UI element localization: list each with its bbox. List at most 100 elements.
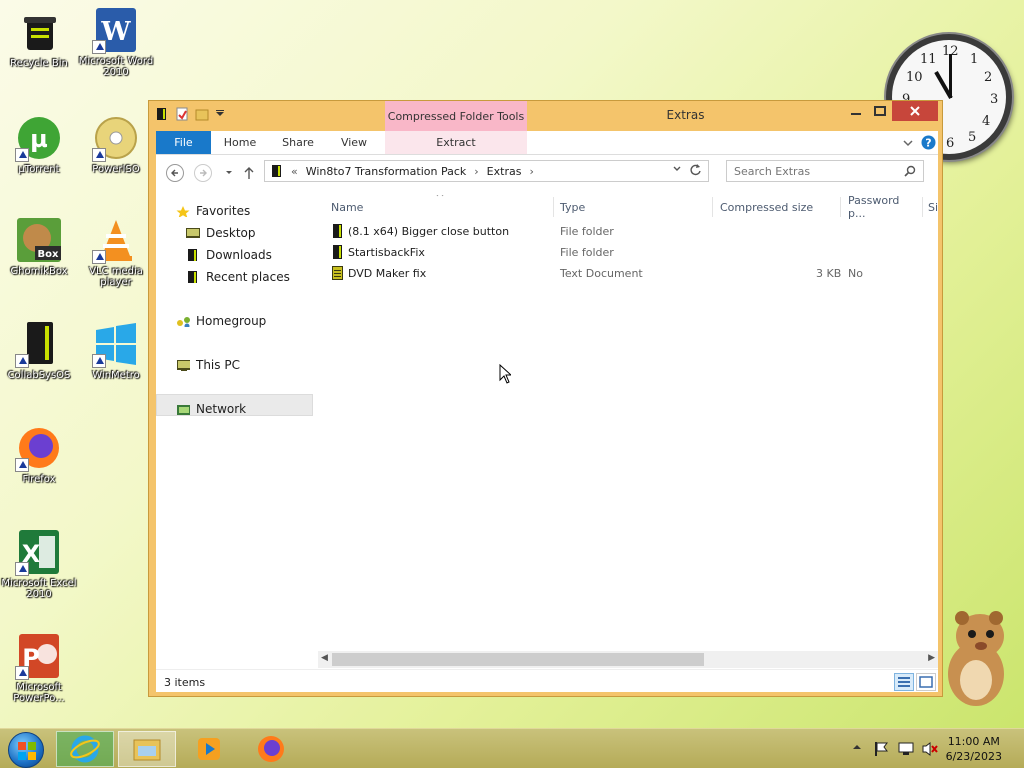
column-divider[interactable] (922, 197, 923, 217)
nav-this-pc[interactable]: This PC (176, 358, 240, 372)
action-center-button[interactable] (874, 741, 888, 760)
breadcrumb-segment[interactable]: Extras (487, 165, 522, 178)
column-header-size[interactable]: Siz (928, 195, 938, 219)
nav-favorites[interactable]: Favorites (176, 204, 250, 218)
volume-button[interactable] (922, 741, 938, 760)
close-icon (910, 106, 920, 116)
taskbar-internet-explorer[interactable] (56, 731, 114, 767)
desktop-icon-poweriso[interactable]: PowerISO (77, 114, 155, 175)
scroll-left-arrow-icon[interactable]: ◀ (321, 653, 328, 663)
clock-time: 11:00 AM (947, 735, 1000, 748)
network-status-button[interactable] (898, 741, 914, 760)
address-overflow-chevron[interactable]: « (291, 165, 298, 178)
file-list: Name Type Compressed size Password p... … (326, 195, 938, 655)
recent-places-icon (188, 271, 197, 283)
desktop-icon-vlc[interactable]: VLC media player (77, 216, 155, 288)
desktop-icon-label: Microsoft Excel 2010 (1, 578, 77, 600)
desktop-icon-collabsysos[interactable]: CollabSysOS (0, 320, 78, 381)
taskbar-firefox[interactable] (242, 731, 300, 767)
nav-label: Homegroup (196, 314, 267, 328)
tab-file[interactable]: File (156, 131, 211, 154)
minimize-button[interactable] (844, 101, 868, 121)
poweriso-icon (92, 114, 140, 162)
taskbar-media-player[interactable] (180, 731, 238, 767)
up-button[interactable] (240, 164, 258, 182)
utorrent-icon: µ (15, 114, 63, 162)
file-row[interactable]: DVD Maker fix Text Document 3 KB No (326, 263, 938, 284)
nav-network[interactable]: Network (176, 402, 246, 416)
column-divider[interactable] (712, 197, 713, 217)
desktop-icon-ghomikbox[interactable]: Box GhomikBox (0, 216, 78, 277)
tab-view[interactable]: View (332, 131, 376, 154)
folder-icon (333, 224, 342, 238)
search-box[interactable] (726, 160, 924, 182)
back-button[interactable] (166, 164, 184, 182)
close-button[interactable] (892, 101, 938, 121)
tab-extract[interactable]: Extract (385, 131, 527, 154)
show-hidden-icons-button[interactable] (852, 741, 862, 755)
file-row[interactable]: (8.1 x64) Bigger close button File folde… (326, 221, 938, 242)
address-bar[interactable]: « Win8to7 Transformation Pack › Extras › (264, 160, 709, 182)
taskbar-file-explorer[interactable] (118, 731, 176, 767)
expand-ribbon-button[interactable] (900, 131, 916, 154)
internet-explorer-icon (70, 735, 100, 763)
search-input[interactable] (734, 164, 904, 178)
column-header-compressed-size[interactable]: Compressed size (720, 195, 838, 219)
volume-muted-icon (922, 742, 938, 756)
file-row[interactable]: StartisbackFix File folder (326, 242, 938, 263)
refresh-button[interactable] (689, 163, 702, 179)
nav-downloads[interactable]: Downloads (186, 248, 272, 262)
column-header-name[interactable]: Name (331, 195, 551, 219)
clock-number: 5 (968, 130, 977, 145)
desktop-icon-label: WinMetro (92, 370, 140, 381)
chevron-up-icon (853, 745, 861, 749)
horizontal-scrollbar[interactable]: ◀ ▶ (318, 651, 938, 668)
nav-recent-places[interactable]: Recent places (186, 270, 290, 284)
desktop-icon-excel[interactable]: X Microsoft Excel 2010 (0, 528, 78, 600)
desktop-icon-utorrent[interactable]: µ µTorrent (0, 114, 78, 175)
help-button[interactable]: ? (920, 131, 936, 154)
search-icon[interactable] (904, 165, 916, 177)
file-name: (8.1 x64) Bigger close button (348, 225, 510, 238)
start-button[interactable] (8, 732, 44, 768)
column-header-password-protected[interactable]: Password p... (848, 195, 920, 220)
hamster-mascot-image (940, 604, 1010, 708)
chevron-down-icon (226, 171, 232, 174)
recent-locations-button[interactable] (220, 164, 238, 182)
desktop-icon-label: Recycle Bin (10, 58, 68, 69)
breadcrumb-separator-icon[interactable]: › (474, 165, 478, 178)
network-tray-icon (898, 742, 914, 755)
file-name: StartisbackFix (348, 246, 425, 259)
large-icons-view-icon (919, 676, 933, 688)
shortcut-arrow-icon (15, 562, 29, 576)
column-divider[interactable] (840, 197, 841, 217)
scroll-right-arrow-icon[interactable]: ▶ (928, 653, 935, 663)
svg-text:Box: Box (38, 249, 59, 260)
explorer-window[interactable]: Compressed Folder Tools Extras File Home… (148, 100, 943, 697)
desktop-icon-firefox[interactable]: Firefox (0, 424, 78, 485)
nav-label: Downloads (206, 248, 272, 262)
nav-label: This PC (196, 358, 240, 372)
breadcrumb-separator-icon[interactable]: › (529, 165, 533, 178)
nav-homegroup[interactable]: Homegroup (176, 314, 266, 328)
address-dropdown-button[interactable] (672, 164, 682, 177)
forward-button[interactable] (194, 164, 212, 182)
desktop-icon-powerpoint[interactable]: P Microsoft PowerPo... (0, 632, 78, 704)
title-bar[interactable]: Compressed Folder Tools Extras (149, 101, 942, 131)
desktop-icon-recycle-bin[interactable]: Recycle Bin (0, 8, 78, 69)
large-icons-view-button[interactable] (916, 673, 936, 691)
tab-share[interactable]: Share (276, 131, 320, 154)
details-view-button[interactable] (894, 673, 914, 691)
maximize-button[interactable] (868, 101, 892, 121)
desktop-icon-word[interactable]: W Microsoft Word 2010 (77, 6, 155, 78)
navigation-bar: « Win8to7 Transformation Pack › Extras › (156, 155, 938, 189)
desktop-icon-winmetro[interactable]: WinMetro (77, 320, 155, 381)
scrollbar-thumb[interactable] (332, 653, 704, 666)
column-divider[interactable] (553, 197, 554, 217)
nav-desktop[interactable]: Desktop (186, 226, 256, 240)
column-header-type[interactable]: Type (560, 195, 710, 219)
system-clock[interactable]: 11:00 AM 6/23/2023 (946, 734, 1002, 764)
tab-home[interactable]: Home (218, 131, 262, 154)
breadcrumb-segment[interactable]: Win8to7 Transformation Pack (306, 165, 467, 178)
file-explorer-icon (133, 739, 161, 761)
